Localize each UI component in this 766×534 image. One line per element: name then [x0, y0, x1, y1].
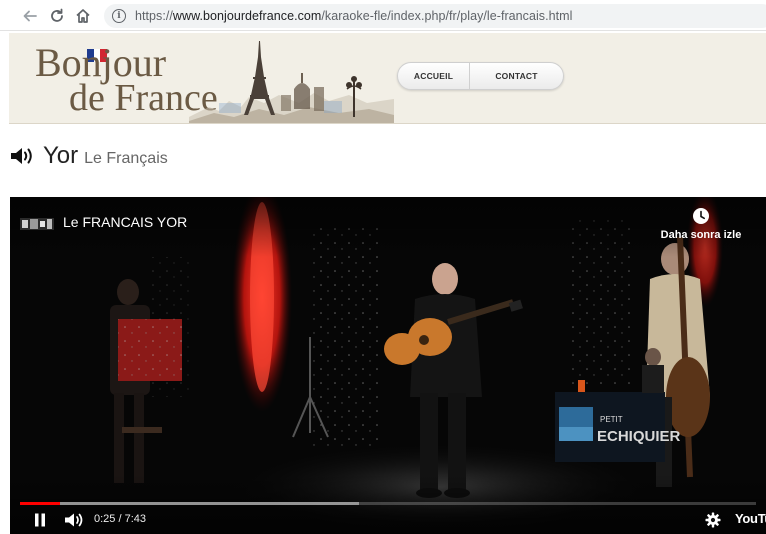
- back-button[interactable]: [19, 5, 41, 27]
- clock-icon: [693, 208, 709, 224]
- address-bar[interactable]: i https://www.bonjourdefrance.com/karaok…: [104, 4, 766, 28]
- settings-gear-icon[interactable]: [705, 512, 721, 528]
- site-logo[interactable]: Bonjour de France: [9, 33, 394, 124]
- volume-icon[interactable]: [64, 512, 84, 528]
- youtube-logo[interactable]: YouTu: [735, 511, 766, 526]
- current-time: 0:25: [94, 513, 116, 525]
- progress-played: [20, 502, 60, 505]
- time-separator: /: [115, 513, 125, 525]
- stage-sign: ECHIQUIER: [597, 428, 681, 445]
- stage-sign-small: PETIT: [600, 415, 623, 424]
- page-title-row: Yor Le Français: [10, 142, 168, 172]
- menu-item-contact[interactable]: CONTACT: [470, 63, 563, 89]
- url-path: /karaoke-fle/index.php/fr/play/le-franca…: [321, 9, 573, 23]
- url-prefix: https://: [135, 9, 173, 23]
- paris-skyline-illustration: [189, 41, 394, 123]
- watch-later-button[interactable]: Daha sonra izle: [646, 207, 756, 247]
- reload-button[interactable]: [46, 5, 68, 27]
- back-icon: [23, 10, 37, 22]
- info-icon[interactable]: i: [112, 9, 126, 23]
- video-player[interactable]: PETIT ECHIQUIER Le FRANCAIS YOR Daha son…: [10, 197, 766, 534]
- url-text: https://www.bonjourdefrance.com/karaoke-…: [135, 9, 572, 23]
- player-controls: 0:25 / 7:43 YouTu: [10, 509, 766, 531]
- url-host: www.bonjourdefrance.com: [172, 9, 322, 23]
- main-menu: ACCUEIL CONTACT: [397, 62, 564, 90]
- video-title[interactable]: Le FRANCAIS YOR: [63, 214, 187, 230]
- reload-icon: [51, 8, 63, 22]
- home-button[interactable]: [72, 5, 94, 27]
- home-icon: [76, 9, 90, 23]
- speaker-icon[interactable]: [10, 146, 35, 166]
- browser-toolbar: i https://www.bonjourdefrance.com/karaok…: [0, 0, 766, 31]
- site-header: Bonjour de France ACCUEIL CONTACT: [9, 33, 766, 124]
- time-display: 0:25 / 7:43: [94, 513, 146, 525]
- watch-later-label: Daha sonra izle: [660, 229, 742, 241]
- channel-logo-icon[interactable]: [20, 214, 54, 234]
- song-title: Yor: [43, 142, 79, 169]
- pause-icon[interactable]: [32, 512, 48, 528]
- progress-bar[interactable]: [20, 502, 756, 505]
- menu-item-home[interactable]: ACCUEIL: [398, 63, 470, 89]
- song-subtitle: Le Français: [84, 150, 168, 167]
- duration: 7:43: [124, 513, 147, 525]
- progress-buffered: [20, 502, 359, 505]
